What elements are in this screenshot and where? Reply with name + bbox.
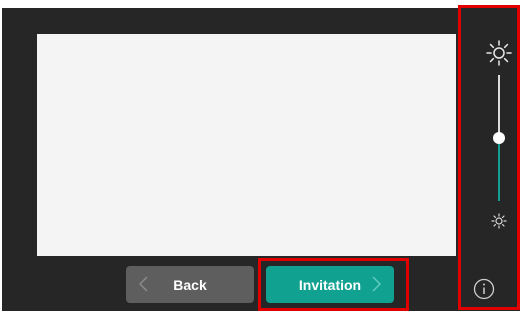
camera-preview (37, 34, 456, 256)
camera-panel (2, 8, 520, 311)
back-button[interactable]: Back (126, 266, 254, 303)
chevron-left-icon (138, 276, 148, 292)
sun-small-icon (491, 213, 507, 229)
invitation-button[interactable]: Invitation (266, 266, 394, 303)
back-button-label: Back (173, 276, 207, 293)
chevron-right-icon (372, 276, 382, 292)
brightness-slider-track[interactable] (498, 75, 500, 138)
sun-icon (486, 40, 512, 66)
brightness-slider-handle[interactable] (493, 132, 505, 144)
brightness-slider-fill[interactable] (498, 138, 500, 201)
invitation-button-label: Invitation (298, 276, 362, 293)
info-icon[interactable] (472, 277, 496, 301)
